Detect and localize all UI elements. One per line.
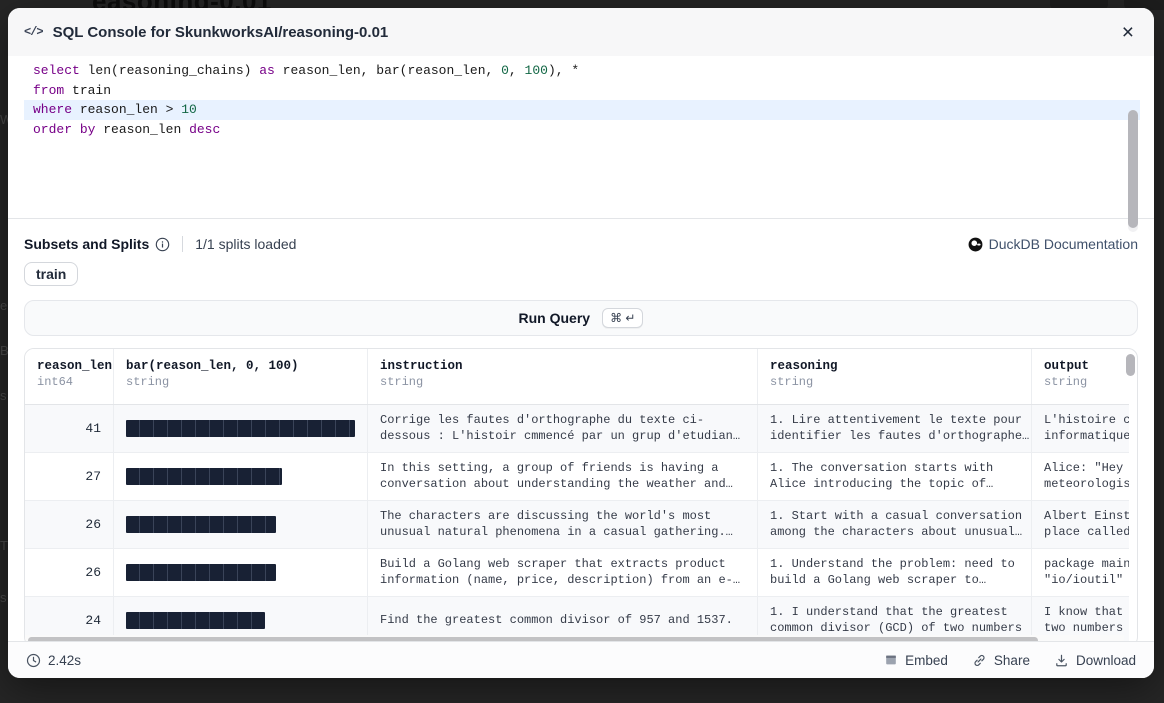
duckdb-icon	[968, 237, 983, 252]
table-body: 41 Corrige les fautes d'orthographe du te…	[25, 405, 1129, 645]
column-header-instruction: instructionstring	[368, 349, 758, 404]
cell-instruction: The characters are discussing the world'…	[368, 501, 758, 548]
editor-vertical-scrollbar[interactable]	[1128, 110, 1138, 232]
background-text-fragment: s	[0, 590, 8, 605]
query-duration: 2.42s	[26, 653, 81, 668]
sql-line[interactable]: order by reason_len desc	[24, 120, 1140, 140]
cell-output: Albert Einste place called	[1032, 501, 1129, 548]
modal-footer: 2.42s Embed Share Download	[8, 641, 1154, 678]
info-icon[interactable]	[155, 237, 170, 252]
divider	[182, 236, 183, 252]
editor-scrollbar-thumb[interactable]	[1128, 110, 1138, 228]
modal-title: SQL Console for SkunkworksAI/reasoning-0…	[53, 24, 389, 41]
close-icon[interactable]: ×	[1118, 20, 1138, 45]
table-row: 41 Corrige les fautes d'orthographe du te…	[25, 405, 1129, 453]
table-row: 26 The characters are discussing the worl…	[25, 501, 1129, 549]
duckdb-documentation-link[interactable]: DuckDB Documentation	[968, 236, 1138, 252]
sql-line-active[interactable]: where reason_len > 10	[24, 100, 1140, 120]
sql-editor[interactable]: select len(reasoning_chains) as reason_l…	[8, 56, 1154, 219]
table-row: 27 In this setting, a group of friends is…	[25, 453, 1129, 501]
cell-reasoning: 1. Lire attentivement le texte pour iden…	[758, 405, 1032, 452]
cell-bar	[114, 501, 368, 548]
modal-header: </> SQL Console for SkunkworksAI/reasoni…	[8, 8, 1154, 56]
code-icon: </>	[24, 25, 43, 39]
cell-reason-len: 26	[25, 549, 114, 596]
cell-bar	[114, 453, 368, 500]
sql-line[interactable]: select len(reasoning_chains) as reason_l…	[24, 61, 1140, 81]
table-vertical-scrollbar[interactable]	[1126, 351, 1135, 646]
column-header-reason-len: reason_lenint64	[25, 349, 114, 404]
cell-bar	[114, 549, 368, 596]
cell-output: L'histoire co informatique	[1032, 405, 1129, 452]
table-row: 26 Build a Golang web scraper that extrac…	[25, 549, 1129, 597]
cell-reason-len: 41	[25, 405, 114, 452]
download-icon	[1054, 653, 1069, 668]
cell-reasoning: 1. The conversation starts with Alice in…	[758, 453, 1032, 500]
sql-editor-content[interactable]: select len(reasoning_chains) as reason_l…	[24, 56, 1140, 218]
cell-instruction: Corrige les fautes d'orthographe du text…	[368, 405, 758, 452]
background-text-fragment: B	[0, 343, 8, 358]
run-query-button[interactable]: Run Query ⌘ ↵	[24, 300, 1138, 336]
sql-console-modal: </> SQL Console for SkunkworksAI/reasoni…	[8, 8, 1154, 678]
cell-instruction: In this setting, a group of friends is h…	[368, 453, 758, 500]
splits-loaded-status: 1/1 splits loaded	[195, 236, 296, 252]
cell-instruction: Build a Golang web scraper that extracts…	[368, 549, 758, 596]
sql-line[interactable]: from train	[24, 81, 1140, 101]
column-header-reasoning: reasoningstring	[758, 349, 1032, 404]
background-text-fragment: T s	[0, 538, 8, 553]
results-table: reason_lenint64bar(reason_len, 0, 100)st…	[24, 348, 1138, 647]
clock-icon	[26, 653, 41, 668]
bar-visualization	[126, 468, 282, 485]
cell-reason-len: 27	[25, 453, 114, 500]
share-button[interactable]: Share	[972, 653, 1030, 668]
split-badge-train[interactable]: train	[24, 262, 78, 286]
background-text-fragment: W	[0, 112, 8, 127]
bar-visualization	[126, 420, 355, 437]
bar-visualization	[126, 516, 276, 533]
keyboard-shortcut-badge: ⌘ ↵	[602, 308, 643, 328]
table-header-row: reason_lenint64bar(reason_len, 0, 100)st…	[25, 349, 1129, 405]
column-header-bar-reason-len-0-100-: bar(reason_len, 0, 100)string	[114, 349, 368, 404]
cell-reason-len: 26	[25, 501, 114, 548]
bar-visualization	[126, 612, 265, 629]
link-icon	[972, 653, 987, 668]
background-text-fragment: s	[0, 388, 8, 403]
background-text-fragment: e	[0, 298, 8, 313]
download-button[interactable]: Download	[1054, 653, 1136, 668]
subsets-row: Subsets and Splits 1/1 splits loaded Duc…	[8, 219, 1154, 252]
embed-button[interactable]: Embed	[884, 653, 948, 668]
cell-reasoning: 1. Start with a casual conversation amon…	[758, 501, 1032, 548]
cell-output: Alice: "Hey g meteorologist	[1032, 453, 1129, 500]
column-header-output: outputstring	[1032, 349, 1129, 404]
bar-visualization	[126, 564, 276, 581]
cell-bar	[114, 405, 368, 452]
split-pill-row: train	[8, 252, 1154, 286]
subsets-label: Subsets and Splits	[24, 236, 149, 252]
table-vscrollbar-thumb[interactable]	[1126, 354, 1135, 376]
cell-output: package main "io/ioutil" "	[1032, 549, 1129, 596]
cell-reasoning: 1. Understand the problem: need to build…	[758, 549, 1032, 596]
embed-icon	[884, 653, 898, 667]
